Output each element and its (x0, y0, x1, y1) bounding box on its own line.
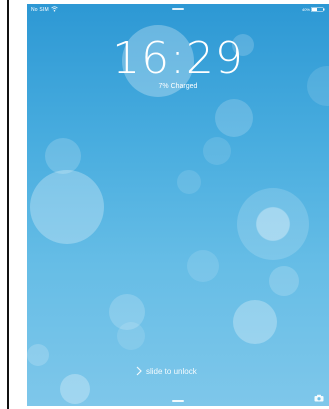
wallpaper-bubble (117, 322, 145, 350)
wallpaper-bubble (60, 374, 90, 404)
carrier-label: No SIM (31, 7, 49, 13)
wallpaper-bubble (30, 170, 104, 244)
charge-status: 7% Charged (158, 83, 198, 90)
wallpaper-bubble (237, 188, 309, 260)
wallpaper-bubble (27, 344, 49, 366)
wallpaper-bubble (177, 170, 201, 194)
battery-percent: 40% (301, 7, 310, 12)
camera-icon[interactable] (314, 394, 324, 402)
wallpaper-bubble (187, 250, 219, 282)
lock-screen[interactable]: No SIM 40% 16:29 7% Charged slide to unl… (27, 4, 329, 406)
wallpaper-bubble (203, 137, 231, 165)
slide-to-unlock[interactable]: slide to unlock (135, 365, 197, 377)
control-center-handle[interactable] (172, 400, 184, 402)
wallpaper-bubble (215, 99, 253, 137)
wifi-icon (51, 6, 58, 12)
slide-to-unlock-label: slide to unlock (146, 366, 197, 376)
status-bar: No SIM 40% (27, 4, 329, 16)
chevron-right-icon (136, 366, 142, 376)
frame-left-edge (7, 0, 9, 409)
wallpaper-bubble (45, 138, 81, 174)
lock-clock: 16:29 (112, 33, 244, 84)
wallpaper-bubble (269, 266, 299, 296)
battery-icon (311, 7, 325, 12)
device-frame: No SIM 40% 16:29 7% Charged slide to unl… (0, 0, 329, 409)
notification-center-handle[interactable] (172, 8, 184, 10)
wallpaper-bubble (233, 300, 277, 344)
